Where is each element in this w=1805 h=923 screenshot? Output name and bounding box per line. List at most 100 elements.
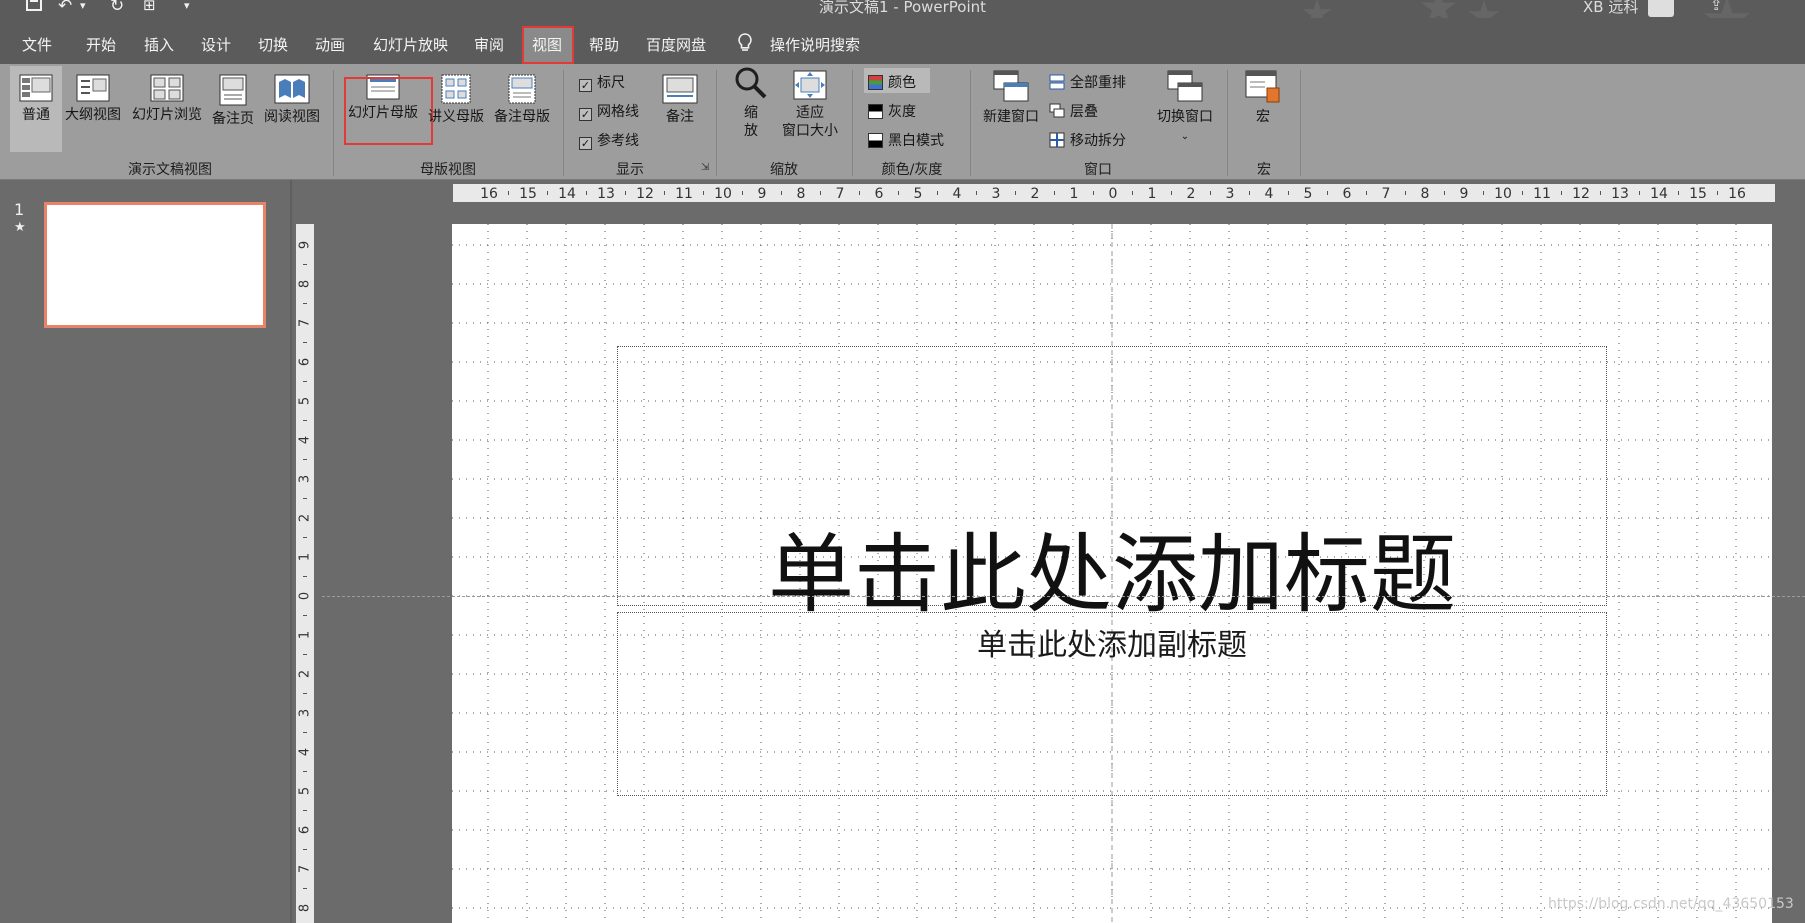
dialog-launcher-icon[interactable]: ⇲: [701, 162, 709, 173]
tab-animations[interactable]: 动画: [315, 34, 345, 55]
gridlines-checkbox[interactable]: ✓ 网格线: [579, 101, 639, 121]
ruler-label: 8: [1421, 186, 1430, 202]
notes-icon: [662, 74, 698, 104]
normal-view-button[interactable]: 普通: [12, 74, 60, 124]
ruler-checkbox[interactable]: ✓ 标尺: [579, 72, 625, 92]
checkmark-icon: ✓: [579, 137, 592, 150]
cascade-option[interactable]: 层叠: [1049, 101, 1098, 121]
ruler-label: 5: [1304, 186, 1313, 202]
tab-help[interactable]: 帮助: [589, 34, 619, 55]
slide-subtitle[interactable]: 单击此处添加副标题: [452, 620, 1772, 664]
guides-checkbox[interactable]: ✓ 参考线: [579, 130, 639, 150]
fit-to-window-button[interactable]: 适应 窗口大小: [775, 70, 845, 140]
ruler-label: 1: [298, 553, 313, 561]
tab-view[interactable]: 视图: [532, 34, 562, 55]
tab-file[interactable]: 文件: [22, 34, 52, 55]
black-white-swatch-icon: [868, 133, 883, 148]
black-white-option[interactable]: 黑白模式: [868, 130, 944, 150]
group-label-master-views: 母版视图: [420, 162, 476, 178]
move-split-icon: [1049, 132, 1065, 148]
ruler-label: 6: [875, 186, 884, 202]
ruler-label: 4: [298, 436, 313, 444]
checkmark-icon: ✓: [579, 108, 592, 121]
ruler-label: 6: [1343, 186, 1352, 202]
animation-star-icon: ★: [14, 220, 26, 235]
share-icon[interactable]: ⇪: [1710, 0, 1723, 14]
tab-transitions[interactable]: 切换: [258, 34, 288, 55]
slide-thumbnail[interactable]: [44, 202, 266, 328]
ruler-label: 11: [1533, 186, 1551, 202]
macros-button[interactable]: 宏: [1238, 70, 1288, 126]
tab-insert[interactable]: 插入: [144, 34, 174, 55]
horizontal-ruler-ticks: 16 15 14 13 12 11 10 9 8 7 6 5 4 3 2 1 0 1 2 3 4 5 6 7 8 9 10 11 12 1…: [480, 186, 1746, 202]
ruler-label: 3: [298, 709, 313, 717]
ruler-label: 15: [519, 186, 537, 202]
tell-me-search[interactable]: 操作说明搜索: [770, 34, 860, 55]
arrange-all-option[interactable]: 全部重排: [1049, 72, 1126, 92]
chevron-down-icon: ⌄: [1180, 131, 1190, 142]
notes-button[interactable]: 备注: [656, 74, 704, 126]
pane-splitter[interactable]: [290, 180, 292, 923]
ruler-label: 7: [298, 319, 313, 327]
tab-slideshow[interactable]: 幻灯片放映: [373, 34, 448, 55]
ruler-label: 9: [1460, 186, 1469, 202]
ruler-label: 3: [1226, 186, 1235, 202]
slide-sorter-button[interactable]: 幻灯片浏览: [127, 74, 207, 124]
ruler-label: 5: [298, 397, 313, 405]
ruler-label: 5: [914, 186, 923, 202]
notes-master-button[interactable]: 备注母版: [490, 74, 554, 126]
slide-title[interactable]: 单击此处添加标题: [452, 504, 1772, 629]
reading-view-button[interactable]: 阅读视图: [260, 74, 324, 126]
magnifier-icon: [735, 67, 767, 99]
tab-home[interactable]: 开始: [86, 34, 116, 55]
ribbon: 普通 大纲视图 幻灯片浏览 备注页 阅读视图 演示文稿视图 幻灯片母版 讲义母版: [0, 64, 1805, 180]
outline-view-button[interactable]: 大纲视图: [62, 74, 124, 124]
ruler-label: 3: [992, 186, 1001, 202]
grayscale-option[interactable]: 灰度: [868, 101, 916, 121]
horizontal-guide[interactable]: [322, 596, 1805, 597]
ruler-label: 8: [298, 280, 313, 288]
tab-baidu-netdisk[interactable]: 百度网盘: [646, 34, 706, 55]
handout-master-button[interactable]: 讲义母版: [424, 74, 488, 126]
zoom-button[interactable]: 缩 放: [728, 66, 774, 140]
user-name[interactable]: XB 远科: [1583, 0, 1638, 17]
notes-page-button[interactable]: 备注页: [208, 74, 258, 128]
tab-design[interactable]: 设计: [201, 34, 231, 55]
new-window-button[interactable]: 新建窗口: [978, 70, 1044, 126]
vertical-ruler[interactable]: 9 8 7 6 5 4 3 2 1 0 1 2 3 4 5 6 7 8: [296, 224, 314, 923]
ruler-label: 13: [597, 186, 615, 202]
move-split-option[interactable]: 移动拆分: [1049, 130, 1126, 150]
ruler-label: 16: [1728, 186, 1746, 202]
horizontal-ruler[interactable]: 16 15 14 13 12 11 10 9 8 7 6 5 4 3 2 1 0 1 2 3 4 5 6 7 8 9 10 11 12 1…: [453, 184, 1775, 202]
notes-master-icon: [508, 74, 536, 104]
color-option[interactable]: 颜色: [868, 72, 916, 92]
ribbon-tab-bar: 文件 开始 插入 设计 切换 动画 幻灯片放映 审阅 视图 帮助 百度网盘 操作…: [0, 18, 1805, 64]
checkmark-icon: ✓: [579, 79, 592, 92]
group-label-color-grayscale: 颜色/灰度: [881, 162, 943, 178]
group-separator: [333, 70, 334, 176]
handout-master-icon: [441, 74, 471, 104]
ruler-label: 16: [480, 186, 498, 202]
ruler-label: 13: [1611, 186, 1629, 202]
avatar[interactable]: [1648, 0, 1674, 17]
group-separator: [1227, 70, 1228, 176]
fit-to-window-icon: [793, 70, 827, 100]
group-separator: [563, 70, 564, 176]
vertical-ruler-ticks: 9 8 7 6 5 4 3 2 1 0 1 2 3 4 5 6 7 8: [298, 241, 313, 912]
lightbulb-icon: [738, 33, 752, 51]
ruler-label: 5: [298, 787, 313, 795]
cascade-icon: [1049, 103, 1065, 118]
ruler-label: 7: [298, 865, 313, 873]
macros-icon: [1245, 70, 1280, 103]
highlight-box-slide-master: [344, 77, 433, 145]
switch-windows-button[interactable]: 切换窗口 ⌄: [1147, 70, 1223, 146]
ruler-label: 9: [298, 241, 313, 249]
ruler-label: 12: [636, 186, 654, 202]
color-swatch-icon: [868, 75, 883, 90]
ruler-label: 11: [675, 186, 693, 202]
slide-canvas[interactable]: 单击此处添加标题 单击此处添加副标题: [452, 224, 1772, 923]
switch-windows-icon: [1167, 70, 1203, 102]
ruler-label: 9: [758, 186, 767, 202]
ruler-label: 6: [298, 826, 313, 834]
tab-review[interactable]: 审阅: [474, 34, 504, 55]
